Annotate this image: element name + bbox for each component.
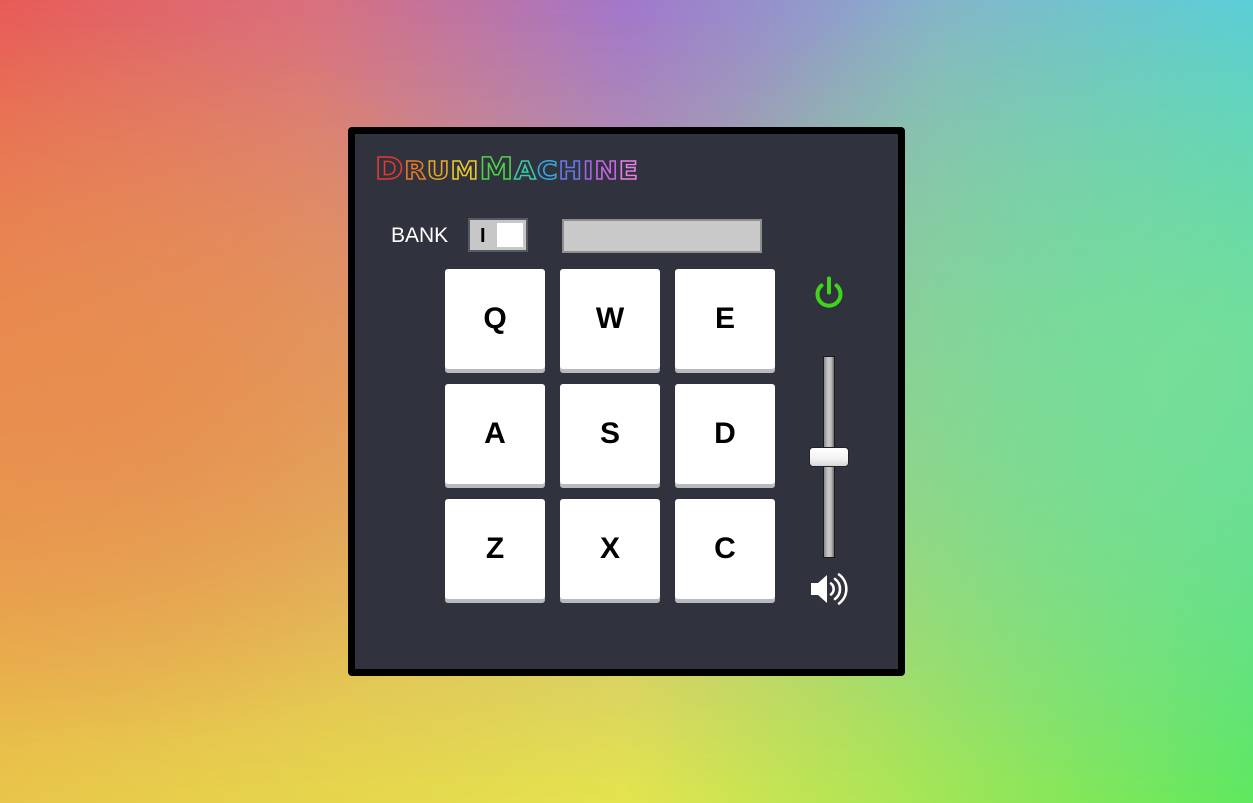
- drum-pad-x[interactable]: X: [560, 499, 660, 599]
- drum-pad-c[interactable]: C: [675, 499, 775, 599]
- sound-display: [562, 219, 762, 253]
- bank-toggle[interactable]: I: [468, 218, 528, 252]
- logo-letter: U: [426, 155, 451, 186]
- logo-letter: R: [403, 155, 427, 186]
- drum-machine-logo: DRUMMACHINE: [374, 150, 639, 189]
- logo-letter: A: [513, 155, 537, 186]
- drum-pad-a[interactable]: A: [445, 384, 545, 484]
- logo-letter: M: [450, 155, 480, 186]
- drum-pad-s[interactable]: S: [560, 384, 660, 484]
- logo-letter: N: [594, 155, 619, 186]
- logo-letter: H: [558, 155, 583, 186]
- logo-letter: C: [536, 155, 559, 186]
- power-button[interactable]: [809, 274, 849, 314]
- drum-pad-z[interactable]: Z: [445, 499, 545, 599]
- bank-toggle-value: I: [480, 225, 486, 247]
- logo-letter: M: [479, 150, 515, 187]
- volume-icon: [808, 571, 850, 607]
- volume-slider-thumb[interactable]: [809, 447, 849, 467]
- power-icon: [815, 276, 843, 308]
- bank-toggle-knob: [497, 223, 523, 247]
- logo-letter: E: [618, 155, 639, 186]
- drum-pad-d[interactable]: D: [675, 384, 775, 484]
- drum-machine: DRUMMACHINE BANK I Q W E A S D Z X C: [348, 127, 905, 676]
- bank-label: BANK: [391, 224, 449, 247]
- logo-letter: D: [374, 150, 405, 187]
- logo-letter: I: [582, 155, 595, 186]
- volume-slider[interactable]: [808, 356, 849, 560]
- drum-pad-w[interactable]: W: [560, 269, 660, 369]
- drum-pad-q[interactable]: Q: [445, 269, 545, 369]
- drum-pad-e[interactable]: E: [675, 269, 775, 369]
